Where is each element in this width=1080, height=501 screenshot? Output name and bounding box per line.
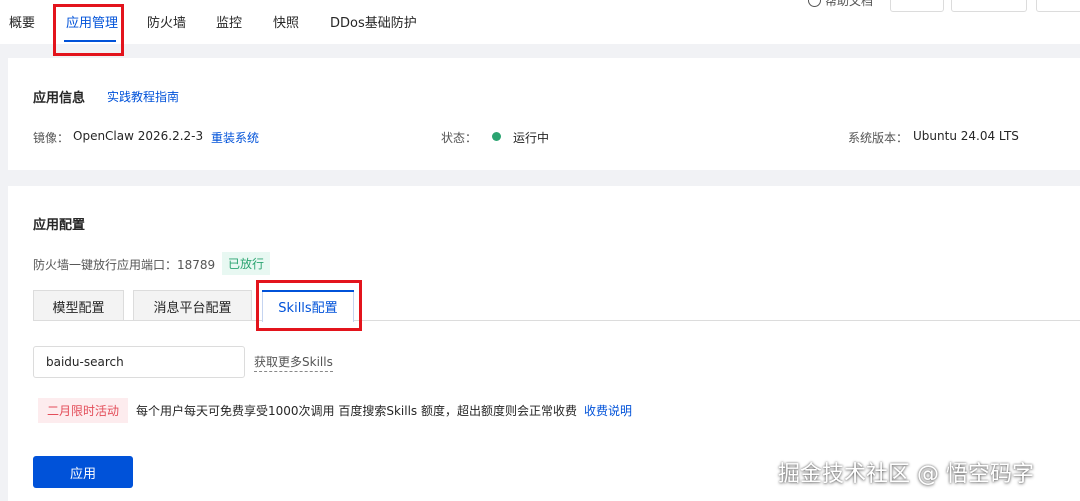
tab-firewall[interactable]: 防火墙: [147, 16, 186, 32]
app-info-title: 应用信息: [33, 91, 86, 106]
subtab-message-platform-config[interactable]: 消息平台配置: [133, 290, 252, 321]
highlight-box-skills-config: [256, 280, 362, 331]
tab-monitoring[interactable]: 监控: [216, 16, 242, 32]
os-version-value: Ubuntu 24.04 LTS: [913, 129, 1019, 143]
tab-ddos-protection[interactable]: DDos基础防护: [330, 16, 417, 32]
top-action-button-3[interactable]: [1036, 0, 1080, 12]
tab-snapshot[interactable]: 快照: [273, 16, 299, 32]
promo-badge: 二月限时活动: [38, 398, 129, 423]
app-config-title: 应用配置: [33, 218, 86, 233]
firewall-allowed-badge: 已放行: [222, 252, 271, 275]
help-doc-link[interactable]: 帮助文档: [808, 0, 873, 9]
app-config-card: [8, 186, 1080, 501]
watermark-text: 掘金技术社区 @ 悟空码字: [778, 462, 1034, 487]
top-action-button-1[interactable]: [890, 0, 944, 12]
help-icon: [808, 0, 821, 7]
tutorial-guide-link[interactable]: 实践教程指南: [107, 88, 179, 105]
promo-description: 每个用户每天可免费享受1000次调用 百度搜索Skills 额度，超出额度则会正…: [136, 404, 577, 418]
status-label: 状态：: [441, 131, 478, 145]
get-more-skills-link[interactable]: 获取更多Skills: [254, 353, 333, 372]
status-running-dot: [492, 132, 501, 141]
subtab-model-config[interactable]: 模型配置: [33, 290, 124, 321]
top-action-button-2[interactable]: [951, 0, 1027, 12]
highlight-box-app-management: [53, 4, 124, 56]
apply-button[interactable]: 应用: [33, 456, 133, 488]
top-nav-bar: 概要 应用管理 防火墙 监控 快照 DDos基础防护 帮助文档: [0, 0, 1080, 44]
image-value: OpenClaw 2026.2.2-3: [73, 129, 204, 143]
app-info-card: [8, 58, 1080, 170]
tab-overview[interactable]: 概要: [9, 16, 35, 32]
status-value: 运行中: [513, 131, 550, 145]
fee-explanation-link[interactable]: 收费说明: [584, 402, 632, 419]
image-label: 镜像：: [33, 131, 70, 145]
help-doc-label: 帮助文档: [825, 0, 874, 8]
firewall-port-text: 防火墙一键放行应用端口：18789: [33, 258, 216, 272]
skill-name-input[interactable]: [33, 346, 245, 378]
os-version-label: 系统版本：: [848, 131, 909, 145]
subtab-divider: [33, 320, 1080, 321]
reinstall-system-link[interactable]: 重装系统: [211, 129, 259, 146]
